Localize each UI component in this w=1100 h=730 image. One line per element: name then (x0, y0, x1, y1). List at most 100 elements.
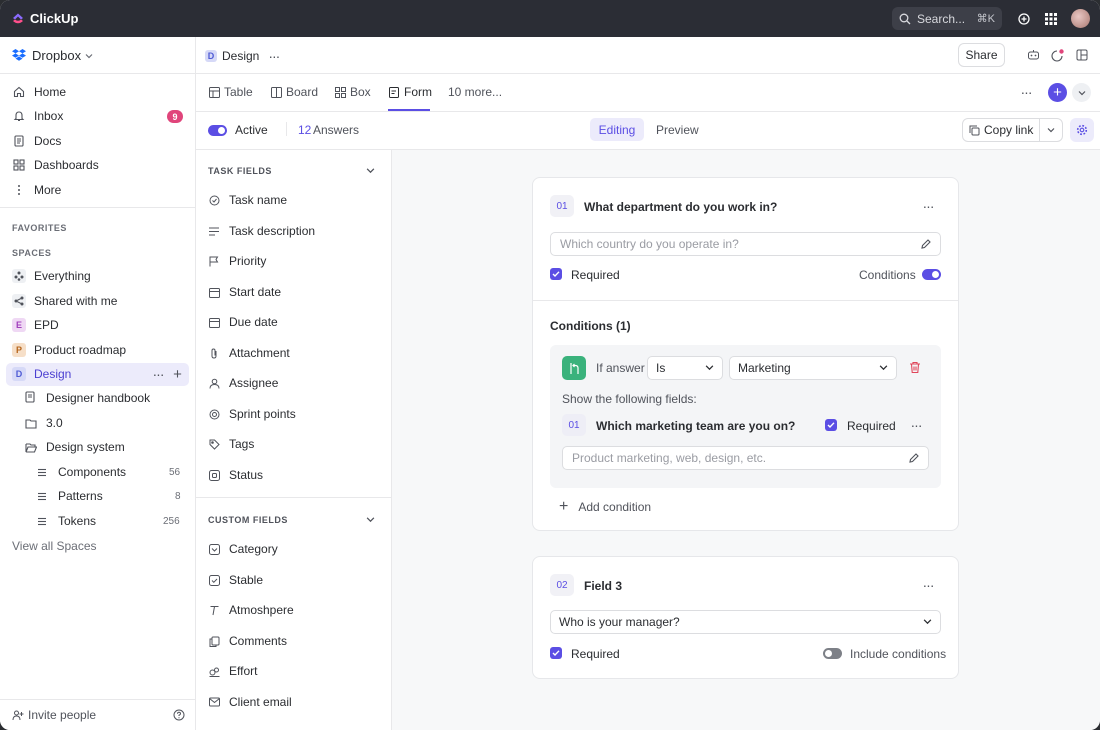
chevron-down-icon (879, 365, 888, 371)
answers-count[interactable]: 12 (298, 123, 311, 137)
notification-icon[interactable] (1050, 48, 1064, 62)
manager-select[interactable]: Who is your manager? (550, 610, 941, 634)
search-icon (899, 13, 911, 24)
card-divider (533, 300, 958, 301)
tab-form[interactable]: Form (388, 85, 432, 99)
folder-icon (25, 418, 37, 429)
nav-home[interactable]: Home (12, 83, 66, 101)
child-folder-3[interactable]: 3.0 (25, 412, 63, 434)
list-tokens[interactable]: Tokens (37, 510, 96, 532)
workspace-name: Dropbox (32, 48, 82, 63)
space-epd[interactable]: E EPD (12, 314, 59, 336)
field-task-name[interactable]: Task name (208, 192, 287, 208)
breadcrumb[interactable]: D Design ··· (205, 48, 280, 64)
answer-placeholder-input[interactable]: Which country do you operate in? (550, 232, 941, 256)
share-button[interactable]: Share (958, 43, 1005, 67)
answers-label[interactable]: Answers (313, 123, 359, 137)
field-sprint-points[interactable]: Sprint points (208, 406, 296, 422)
view-all-spaces-link[interactable]: View all Spaces (12, 539, 97, 553)
field-effort[interactable]: Effort (208, 663, 257, 679)
child-designer-handbook[interactable]: Designer handbook (25, 387, 150, 409)
space-design[interactable]: D Design (12, 363, 71, 385)
editing-tab[interactable]: Editing (590, 118, 644, 141)
space-shared[interactable]: Shared with me (12, 290, 117, 312)
include-conditions-toggle[interactable] (823, 648, 842, 659)
layout-panel-icon[interactable] (1075, 48, 1089, 62)
nav-docs[interactable]: Docs (12, 132, 61, 150)
required-checkbox[interactable] (550, 268, 562, 280)
workspace-switcher[interactable]: Dropbox (12, 48, 93, 63)
space-everything[interactable]: Everything (12, 265, 91, 287)
child-design-system[interactable]: Design system (25, 436, 125, 458)
nav-dashboards[interactable]: Dashboards (12, 156, 99, 174)
user-avatar[interactable] (1071, 9, 1090, 28)
active-toggle[interactable] (208, 125, 227, 136)
field-task-description[interactable]: Task description (208, 223, 315, 239)
answer-value-select[interactable]: Marketing (729, 356, 897, 380)
text-lines-icon (208, 225, 220, 237)
calendar-icon (208, 316, 220, 328)
field-atmosphere[interactable]: Atmoshpere (208, 602, 294, 618)
copy-link-button[interactable]: Copy link (962, 118, 1063, 142)
apps-grid-icon[interactable] (1043, 11, 1058, 26)
question-more-icon[interactable]: ··· (921, 198, 935, 214)
field-attachment[interactable]: Attachment (208, 345, 290, 361)
sub-question-title[interactable]: Which marketing team are you on? (596, 419, 795, 433)
edit-pencil-icon[interactable] (920, 238, 932, 250)
conditions-toggle[interactable] (922, 269, 941, 280)
sub-required-checkbox[interactable] (825, 419, 837, 431)
search-box[interactable]: Search... ⌘K (892, 7, 1002, 30)
field-category[interactable]: Category (208, 541, 278, 557)
space-add-icon[interactable]: + (170, 366, 184, 383)
required-checkbox[interactable] (550, 647, 562, 659)
plus-icon: + (559, 498, 569, 515)
question-title[interactable]: What department do you work in? (584, 200, 777, 214)
field-assignee[interactable]: Assignee (208, 375, 278, 391)
field-comments[interactable]: Comments (208, 633, 287, 649)
field-stable[interactable]: Stable (208, 572, 263, 588)
question-title[interactable]: Field 3 (584, 579, 622, 593)
add-view-button[interactable]: + (1048, 83, 1067, 102)
chevron-down-icon[interactable] (366, 166, 375, 175)
tab-table[interactable]: Table (208, 85, 253, 99)
chevron-down-icon[interactable] (1047, 126, 1055, 134)
add-circle-icon[interactable] (1016, 11, 1031, 26)
sub-answer-input[interactable]: Product marketing, web, design, etc. (562, 446, 929, 470)
field-status[interactable]: Status (208, 467, 263, 483)
sub-question-more-icon[interactable]: ··· (909, 417, 923, 433)
dashboard-icon (12, 158, 26, 172)
nav-more[interactable]: More (12, 181, 61, 199)
chevron-down-icon[interactable] (366, 515, 375, 524)
more-horizontal-icon[interactable]: ··· (268, 48, 280, 64)
field-tags[interactable]: Tags (208, 436, 254, 452)
space-product-roadmap[interactable]: P Product roadmap (12, 339, 126, 361)
help-icon[interactable] (171, 707, 186, 722)
app-logo[interactable]: ClickUp (12, 11, 78, 26)
form-settings-button[interactable] (1070, 118, 1094, 142)
space-more-icon[interactable]: ··· (151, 366, 165, 382)
field-priority[interactable]: Priority (208, 253, 266, 269)
tab-more-views[interactable]: 10 more... (448, 85, 502, 99)
invite-people-button[interactable]: Invite people (12, 704, 96, 726)
field-client-email[interactable]: Client email (208, 694, 292, 710)
question-more-icon[interactable]: ··· (921, 577, 935, 593)
preview-tab[interactable]: Preview (656, 123, 699, 137)
edit-pencil-icon[interactable] (908, 452, 920, 464)
doc-icon (25, 390, 37, 406)
field-start-date[interactable]: Start date (208, 284, 281, 300)
sidebar: Dropbox Home Inbox 9 Docs Dashboards Mor… (0, 37, 196, 730)
folder-open-icon (25, 442, 37, 453)
tab-board[interactable]: Board (270, 85, 318, 99)
split-divider (1039, 119, 1040, 141)
nav-inbox[interactable]: Inbox (12, 107, 63, 125)
trash-icon[interactable] (909, 361, 921, 374)
robot-icon[interactable] (1026, 48, 1040, 62)
add-condition-button[interactable]: + Add condition (559, 496, 651, 518)
list-patterns[interactable]: Patterns (37, 485, 103, 507)
operator-select[interactable]: Is (647, 356, 723, 380)
tab-box[interactable]: Box (334, 85, 371, 99)
field-due-date[interactable]: Due date (208, 314, 278, 330)
list-components[interactable]: Components (37, 461, 126, 483)
tabs-more-icon[interactable]: ··· (1019, 84, 1033, 100)
chevron-down-icon[interactable] (1072, 83, 1091, 102)
